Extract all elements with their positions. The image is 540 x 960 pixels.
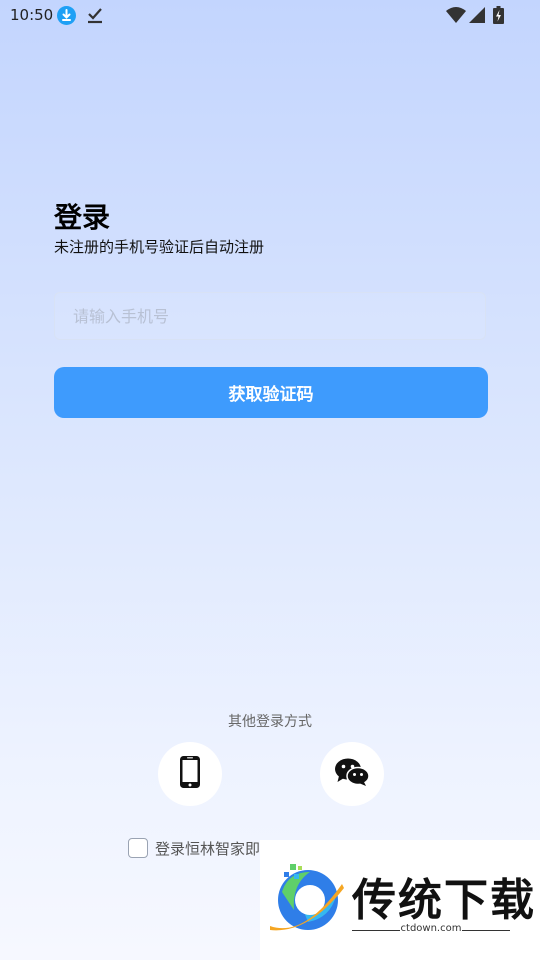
wechat-login-button[interactable]: [320, 742, 384, 806]
watermark-url: ctdown.com: [400, 923, 462, 934]
wifi-icon: [446, 6, 466, 28]
watermark-text: 传统下载: [352, 875, 536, 926]
phone-input[interactable]: [54, 292, 486, 340]
check-icon: [86, 6, 104, 24]
watermark-divider-left: [352, 930, 400, 931]
watermark: 传统下载 ctdown.com: [260, 840, 540, 960]
page-title: 登录: [54, 201, 111, 234]
signal-icon: [468, 6, 486, 28]
agreement-text: 登录恒林智家即: [155, 840, 261, 858]
status-bar: 10:50: [0, 0, 540, 32]
watermark-logo-icon: [268, 862, 344, 938]
battery-icon: [493, 6, 504, 28]
status-time: 10:50: [10, 6, 54, 24]
phone-login-button[interactable]: [158, 742, 222, 806]
agreement-checkbox[interactable]: [128, 838, 148, 858]
other-login-label: 其他登录方式: [228, 714, 312, 730]
download-icon: [57, 6, 76, 25]
get-code-button[interactable]: 获取验证码: [54, 367, 488, 418]
watermark-divider-right: [462, 930, 510, 931]
phone-icon: [179, 755, 201, 793]
wechat-icon: [334, 757, 370, 791]
page-subtitle: 未注册的手机号验证后自动注册: [54, 238, 265, 256]
